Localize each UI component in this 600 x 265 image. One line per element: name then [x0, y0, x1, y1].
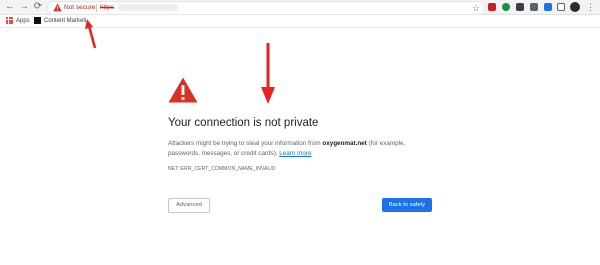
- not-secure-label[interactable]: Not secure: [64, 3, 95, 13]
- address-bar[interactable]: Not secure https ☆: [47, 1, 485, 15]
- bookmark-apps[interactable]: Apps: [16, 16, 30, 26]
- extension-grammarly-icon[interactable]: [502, 3, 510, 11]
- content-marketing-favicon[interactable]: [34, 17, 41, 24]
- extension-s-icon[interactable]: [530, 3, 538, 11]
- annotation-arrow-not-secure: [85, 19, 97, 49]
- warning-icon[interactable]: [53, 3, 62, 12]
- profile-avatar[interactable]: [570, 2, 580, 12]
- extension-grid-icon[interactable]: [516, 3, 524, 11]
- warning-description: Attackers might be trying to steal your …: [168, 139, 438, 159]
- bookmark-content-marketing[interactable]: Content Marketi: [44, 16, 86, 26]
- back-to-safety-button[interactable]: Back to safety: [382, 198, 432, 212]
- browser-toolbar: ← → ⟳ Not secure https ☆ ⋮: [0, 0, 600, 15]
- error-code: NET::ERR_CERT_COMMON_NAME_INVALID: [168, 166, 276, 172]
- advanced-button[interactable]: Advanced: [168, 198, 210, 213]
- extension-blue-icon[interactable]: [544, 3, 552, 11]
- reload-icon[interactable]: ⟳: [32, 0, 44, 14]
- url-scheme[interactable]: https: [100, 3, 114, 13]
- learn-more-link[interactable]: Learn more: [279, 150, 311, 157]
- desc-prefix: Attackers might be trying to steal your …: [168, 140, 323, 147]
- page-title: Your connection is not private: [168, 117, 319, 129]
- annotation-arrow-warning: [261, 43, 275, 104]
- url-separator: [96, 4, 97, 12]
- menu-icon[interactable]: ⋮: [586, 0, 595, 14]
- bookmark-star-icon[interactable]: ☆: [472, 2, 480, 14]
- site-domain: oxygenmat.net: [322, 140, 367, 147]
- apps-grid-icon[interactable]: [6, 17, 13, 24]
- forward-arrow-icon[interactable]: →: [18, 0, 30, 14]
- extension-panel-icon[interactable]: [557, 3, 565, 11]
- warning-icon: [168, 77, 198, 103]
- url-blurred[interactable]: [118, 4, 178, 11]
- back-arrow-icon[interactable]: ←: [4, 0, 16, 14]
- extension-pdf-icon[interactable]: [488, 3, 496, 11]
